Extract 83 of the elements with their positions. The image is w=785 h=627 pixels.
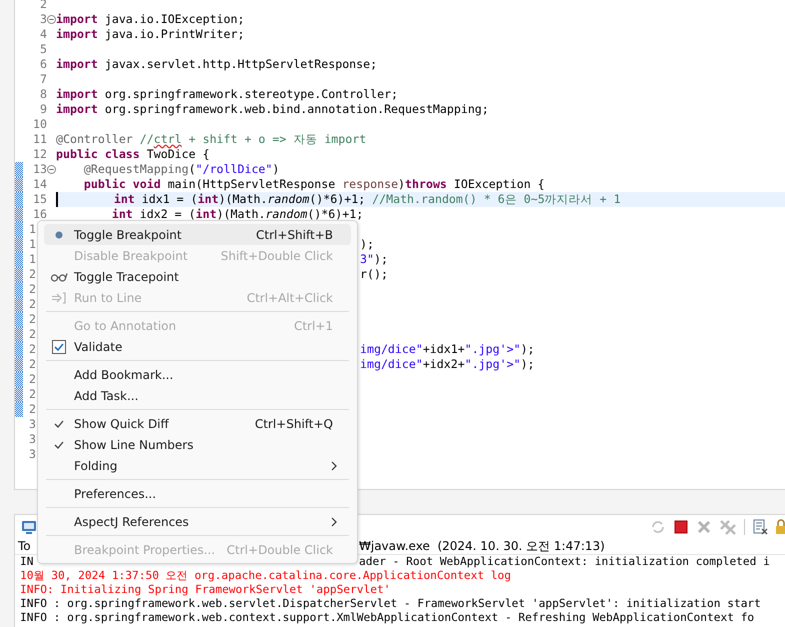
line-number: 3 [28,432,37,447]
line-number: 2 [28,312,37,327]
code-line: public class TwoDice { [56,147,210,162]
shortcut-label: Ctrl+Shift+Q [254,416,333,430]
line-number: 6 [39,57,47,72]
menu-item[interactable]: Folding [44,455,351,476]
code-line: import org.springframework.stereotype.Controller; [56,87,398,102]
code-line: import java.io.IOException; [56,12,244,27]
console-title: To [18,539,31,553]
menu-item[interactable]: Show Line Numbers [44,434,351,455]
log-line: INFO : org.springframework.web.context.support.XmlWebApplicationContext - Refreshing WebApplicationContext fo [20,611,754,625]
line-number: 15 [32,192,47,207]
line-number: 3 [28,447,37,462]
console-icon[interactable] [21,518,37,534]
code-line: r(); [360,267,388,282]
line-number: 3 [39,12,47,27]
line-number: 1 [28,222,37,237]
log-line: INFO: Initializing Spring FrameworkServlet 'appServlet' [20,583,390,597]
stop-icon[interactable] [673,518,689,534]
line-number: 2 [28,372,37,387]
log-line: 10월 30, 2024 1:37:50 오전 org.apache.catalina.core.ApplicationContext log [20,569,512,583]
shortcut-label: Shift+Double Click [220,248,333,262]
text-cursor [56,192,58,207]
menu-item[interactable]: Validate [44,336,351,357]
chevron-right-icon [331,516,337,526]
log-line: ader - Root WebApplicationContext: initialization completed i [359,555,770,569]
line-number: 2 [28,282,37,297]
code-line: import javax.servlet.http.HttpServletResponse; [56,57,378,72]
shortcut-label: Ctrl+1 [294,318,333,332]
menu-item[interactable]: Toggle Breakpoint Ctrl+Shift+B [44,224,351,245]
clear-console-icon[interactable] [752,518,768,534]
run-to-line-icon [51,292,67,304]
lock-icon[interactable] [775,518,785,534]
code-line: public void main(HttpServletResponse response)throws IOException { [82,177,545,192]
code-line: img/dice"+idx2+".jpg'>"); [360,357,535,372]
menu-item[interactable]: Add Task... [44,385,351,406]
code-line: import java.io.PrintWriter; [56,27,244,42]
line-number: 14 [32,177,47,192]
line-number: 13 [32,162,47,177]
code-line: @RequestMapping("/rollDice") [82,162,280,177]
checkbox[interactable] [52,340,66,354]
code-line: int idx2 = (int)(Math.random()*6)+1; [110,207,364,222]
code-line: img/dice"+idx1+".jpg'>"); [360,342,535,357]
menu-item[interactable]: Toggle Tracepoint [44,266,351,287]
collapse-icon[interactable] [47,15,56,24]
chevron-right-icon [331,460,337,470]
line-number: 7 [39,72,47,87]
log-line: IN [20,555,34,568]
menu-item[interactable]: Show Quick Diff Ctrl+Shift+Q [44,413,351,434]
line-number: 12 [32,147,47,162]
line-number: 4 [39,27,47,42]
line-number: 2 [28,297,37,312]
menu-item[interactable]: Add Bookmark... [44,364,351,385]
shortcut-label: Ctrl+Shift+B [256,228,333,242]
line-number: 2 [28,267,37,282]
code-line: 3"); [360,252,388,267]
code-line: ); [360,237,374,252]
line-number: 2 [28,327,37,342]
console-title: ₩javaw.exe (2024. 10. 30. 오전 1:47:13) [359,538,605,554]
log-line: INFO : org.springframework.web.servlet.DispatcherServlet - FrameworkServlet 'appServlet': initialization start [20,597,761,611]
line-number: 8 [39,87,47,102]
line-number: 9 [39,102,47,117]
collapse-icon[interactable] [47,165,56,174]
line-number: 2 [28,357,37,372]
line-number: 1 [28,252,37,267]
line-number: 11 [32,132,47,147]
line-number: 3 [28,417,37,432]
menu-item[interactable]: AspectJ References [44,511,351,532]
menu-item[interactable]: Preferences... [44,483,351,504]
glasses-icon [50,272,68,282]
line-number: 5 [39,42,47,57]
shortcut-label: Ctrl+Alt+Click [246,290,333,304]
line-number: 2 [28,387,37,402]
code-line: int idx1 = (int)(Math.random()*6)+1; //Math.random() * 6은 0~5까지라서 + 1 [112,192,621,207]
line-number: 1 [28,237,37,252]
line-number: 10 [32,117,47,132]
line-number: 2 [28,402,37,417]
code-line: @Controller //ctrl + shift + o => 자동 import [56,132,366,147]
breakpoint-icon [55,230,63,238]
shortcut-label: Ctrl+Double Click [226,542,333,556]
line-number: 2 [28,342,37,357]
line-number: 16 [32,207,47,222]
code-line: import org.springframework.web.bind.annotation.RequestMapping; [56,102,489,117]
